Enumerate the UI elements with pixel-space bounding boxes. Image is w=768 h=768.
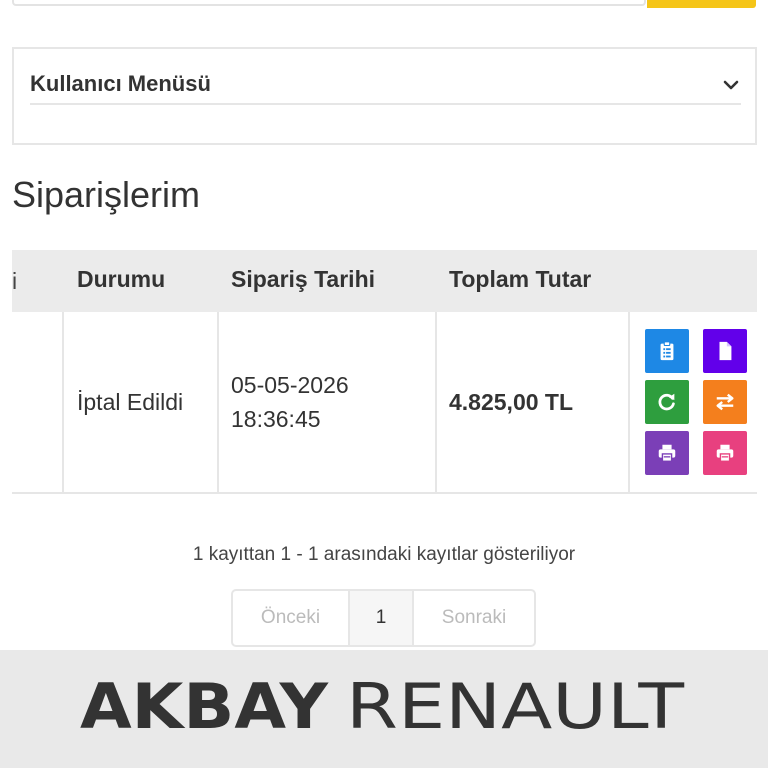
file-icon (719, 341, 732, 361)
logo-text-akbay: AKBAY (80, 670, 329, 743)
search-input[interactable] (12, 0, 646, 6)
order-total: 4.825,00 TL (449, 389, 574, 415)
order-detail-button[interactable] (645, 329, 689, 373)
table-header: i Durumu Sipariş Tarihi Toplam Tutar (12, 250, 757, 312)
next-page-button[interactable]: Sonraki (414, 591, 534, 645)
akbay-renault-logo[interactable]: AKBAY RENAULT (80, 668, 690, 748)
page-number-button[interactable]: 1 (350, 591, 414, 645)
user-menu-title: Kullanıcı Menüsü (30, 71, 211, 96)
page-title: Siparişlerim (12, 174, 201, 215)
clipboard-list-icon (660, 341, 674, 361)
chevron-down-icon (723, 80, 739, 90)
invoice-button[interactable] (703, 329, 747, 373)
footer: AKBAY RENAULT (0, 650, 768, 768)
column-divider (628, 312, 630, 492)
user-menu-panel: Kullanıcı Menüsü (12, 47, 757, 145)
column-divider (217, 312, 219, 492)
print-button[interactable] (645, 431, 689, 475)
column-divider (435, 312, 437, 492)
column-header-status[interactable]: Durumu (77, 266, 165, 293)
print-icon (658, 444, 676, 462)
column-edge-marker: i (12, 268, 18, 294)
order-date: 05-05-2026 (231, 372, 349, 398)
column-divider (62, 312, 64, 492)
order-status: İptal Edildi (77, 389, 184, 415)
user-menu-toggle[interactable]: Kullanıcı Menüsü (30, 67, 741, 105)
previous-page-button[interactable]: Önceki (233, 591, 350, 645)
exchange-icon (716, 393, 734, 411)
pagination: Önceki 1 Sonraki (231, 589, 536, 647)
column-header-total[interactable]: Toplam Tutar (449, 266, 591, 293)
pagination-info: 1 kayıttan 1 - 1 arasındaki kayıtlar gös… (192, 544, 576, 565)
table-row: İptal Edildi 05-05-2026 18:36:45 4.825,0… (12, 312, 757, 494)
print-invoice-button[interactable] (703, 431, 747, 475)
reorder-button[interactable] (645, 380, 689, 424)
exchange-button[interactable] (703, 380, 747, 424)
refresh-icon (658, 393, 675, 411)
order-actions (645, 329, 747, 475)
print-icon (716, 444, 734, 462)
column-header-date[interactable]: Sipariş Tarihi (231, 266, 375, 293)
logo-text-renault: RENAULT (346, 670, 685, 743)
order-time: 18:36:45 (231, 406, 321, 432)
search-button[interactable] (647, 0, 756, 8)
